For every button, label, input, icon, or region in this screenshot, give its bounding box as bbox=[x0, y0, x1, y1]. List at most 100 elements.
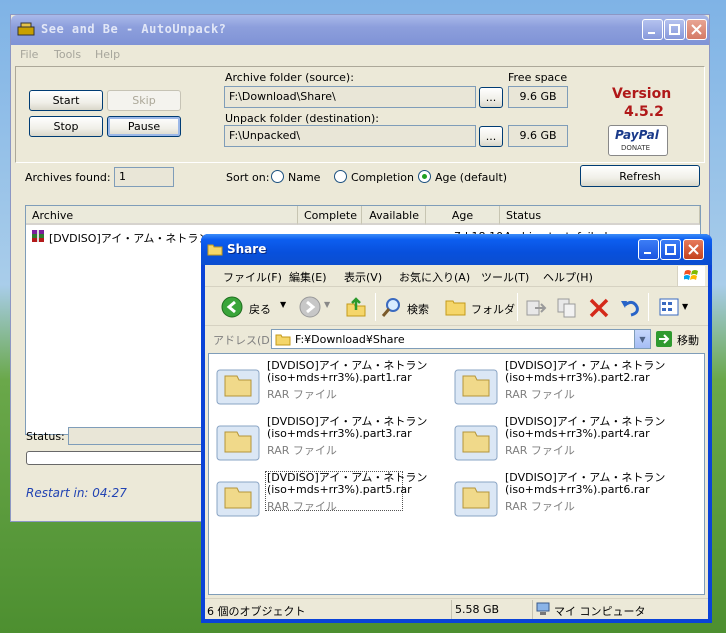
go-label: 移動 bbox=[677, 334, 699, 347]
back-arrow-icon bbox=[221, 296, 243, 318]
autounpack-titlebar[interactable]: See and Be - AutoUnpack? bbox=[11, 15, 709, 45]
toolbar-separator bbox=[648, 293, 649, 321]
address-dropdown[interactable]: ▼ bbox=[634, 330, 650, 348]
windows-logo-icon bbox=[684, 270, 698, 280]
sort-completion-radio[interactable] bbox=[334, 170, 347, 183]
rar-file-icon bbox=[216, 481, 260, 517]
menu-tools[interactable]: Tools bbox=[54, 48, 81, 61]
free-space-label: Free space bbox=[508, 71, 568, 84]
status-object-count: 6 個のオブジェクト bbox=[207, 605, 306, 618]
maximize-icon bbox=[665, 244, 676, 255]
skip-button[interactable]: Skip bbox=[107, 90, 181, 111]
paypal-donate-button[interactable]: PayPal DONATE bbox=[608, 125, 668, 156]
delete-icon[interactable] bbox=[588, 297, 610, 319]
pause-button[interactable]: Pause bbox=[107, 116, 181, 137]
maximize-button[interactable] bbox=[664, 19, 685, 40]
restart-countdown: Restart in: 04:27 bbox=[26, 486, 127, 500]
unpack-folder-label: Unpack folder (destination): bbox=[225, 112, 380, 125]
sort-completion-label[interactable]: Completion bbox=[351, 171, 414, 184]
copy-to-icon[interactable] bbox=[556, 297, 578, 319]
address-label: アドレス(D) bbox=[213, 334, 275, 347]
file-item-selected[interactable]: [DVDISO]アイ・アム・ネトラン (iso+mds+rr3%).part5.… bbox=[215, 471, 445, 520]
explorer-title: Share bbox=[227, 242, 267, 256]
free-space-dest: 9.6 GB bbox=[508, 125, 568, 147]
status-field bbox=[68, 427, 208, 445]
explorer-titlebar[interactable]: Share bbox=[201, 234, 712, 265]
file-name-line2: (iso+mds+rr3%).part6.rar bbox=[505, 483, 650, 496]
start-button[interactable]: Start bbox=[29, 90, 103, 111]
rar-file-icon bbox=[454, 481, 498, 517]
file-item[interactable]: [DVDISO]アイ・アム・ネトラン (iso+mds+rr3%).part6.… bbox=[453, 472, 683, 520]
explorer-close-button[interactable] bbox=[683, 239, 704, 260]
file-name-line2: (iso+mds+rr3%).part1.rar bbox=[267, 371, 412, 384]
column-header-age[interactable]: Age bbox=[426, 206, 500, 225]
address-field[interactable]: F:¥Download¥Share ▼ bbox=[271, 329, 651, 349]
column-header-status[interactable]: Status bbox=[500, 206, 700, 225]
menu-tools-jp[interactable]: ツール(T) bbox=[481, 269, 529, 285]
refresh-button[interactable]: Refresh bbox=[580, 165, 700, 187]
explorer-maximize-button[interactable] bbox=[660, 239, 681, 260]
file-item[interactable]: [DVDISO]アイ・アム・ネトラン (iso+mds+rr3%).part1.… bbox=[215, 360, 445, 408]
back-label: 戻る bbox=[249, 303, 271, 316]
undo-icon[interactable] bbox=[619, 297, 641, 319]
rar-file-icon bbox=[216, 369, 260, 405]
file-item[interactable]: [DVDISO]アイ・アム・ネトラン (iso+mds+rr3%).part4.… bbox=[453, 416, 683, 464]
menu-help-jp[interactable]: ヘルプ(H) bbox=[543, 269, 593, 285]
toolbar-separator bbox=[375, 293, 376, 321]
file-view[interactable]: [DVDISO]アイ・アム・ネトラン (iso+mds+rr3%).part1.… bbox=[208, 353, 705, 595]
stop-button[interactable]: Stop bbox=[29, 116, 103, 137]
unpack-folder-field[interactable]: F:\Unpacked\ bbox=[224, 125, 476, 147]
search-button[interactable]: 検索 bbox=[379, 292, 437, 322]
menu-file-jp[interactable]: ファイル(F) bbox=[223, 269, 282, 285]
up-folder-icon[interactable] bbox=[345, 296, 367, 318]
column-header-archive[interactable]: Archive bbox=[26, 206, 298, 225]
move-to-icon[interactable] bbox=[525, 297, 547, 319]
menu-help[interactable]: Help bbox=[95, 48, 120, 61]
folders-button[interactable]: フォルダ bbox=[443, 292, 515, 322]
windows-logo bbox=[677, 266, 705, 286]
menu-file[interactable]: File bbox=[20, 48, 38, 61]
menu-view-jp[interactable]: 表示(V) bbox=[344, 269, 382, 285]
explorer-minimize-button[interactable] bbox=[638, 239, 659, 260]
archive-folder-label: Archive folder (source): bbox=[225, 71, 354, 84]
go-button[interactable]: 移動 bbox=[655, 329, 707, 349]
computer-icon bbox=[536, 602, 550, 615]
app-icon bbox=[17, 22, 35, 36]
close-icon bbox=[688, 244, 699, 255]
column-header-complete[interactable]: Complete bbox=[298, 206, 362, 225]
views-icon bbox=[659, 298, 679, 316]
menu-edit-jp[interactable]: 編集(E) bbox=[289, 269, 327, 285]
archives-found-label: Archives found: bbox=[25, 171, 111, 184]
rar-file-icon bbox=[454, 369, 498, 405]
back-button[interactable]: 戻る ▼ bbox=[209, 292, 289, 322]
status-label: Status: bbox=[26, 430, 65, 443]
search-label: 検索 bbox=[407, 303, 429, 316]
views-button[interactable]: ▼ bbox=[655, 294, 691, 322]
browse-source-button[interactable]: ... bbox=[479, 87, 503, 108]
menu-favorites-jp[interactable]: お気に入り(A) bbox=[399, 269, 470, 285]
sort-name-label[interactable]: Name bbox=[288, 171, 320, 184]
file-name-line2: (iso+mds+rr3%).part3.rar bbox=[267, 427, 412, 440]
version-number: 4.5.2 bbox=[624, 104, 664, 120]
toolbar-separator bbox=[517, 293, 518, 321]
sort-age-label[interactable]: Age (default) bbox=[435, 171, 507, 184]
sort-age-radio[interactable] bbox=[418, 170, 431, 183]
window-title: See and Be - AutoUnpack? bbox=[41, 22, 227, 36]
browse-dest-button[interactable]: ... bbox=[479, 126, 503, 147]
file-item[interactable]: [DVDISO]アイ・アム・ネトラン (iso+mds+rr3%).part3.… bbox=[215, 416, 445, 464]
status-separator bbox=[532, 600, 533, 619]
column-header-available[interactable]: Available bbox=[362, 206, 426, 225]
version-label: Version bbox=[612, 86, 672, 102]
file-name-line2: (iso+mds+rr3%).part4.rar bbox=[505, 427, 650, 440]
close-button[interactable] bbox=[686, 19, 707, 40]
status-size: 5.58 GB bbox=[455, 603, 500, 616]
sort-name-radio[interactable] bbox=[271, 170, 284, 183]
minimize-button[interactable] bbox=[642, 19, 663, 40]
file-item[interactable]: [DVDISO]アイ・アム・ネトラン (iso+mds+rr3%).part2.… bbox=[453, 360, 683, 408]
address-value: F:¥Download¥Share bbox=[295, 333, 405, 346]
file-type: RAR ファイル bbox=[267, 388, 337, 401]
chevron-down-icon: ▼ bbox=[682, 302, 689, 311]
rar-archive-icon bbox=[32, 230, 44, 242]
forward-button[interactable]: ▼ bbox=[293, 292, 333, 322]
archive-folder-field[interactable]: F:\Download\Share\ bbox=[224, 86, 476, 108]
